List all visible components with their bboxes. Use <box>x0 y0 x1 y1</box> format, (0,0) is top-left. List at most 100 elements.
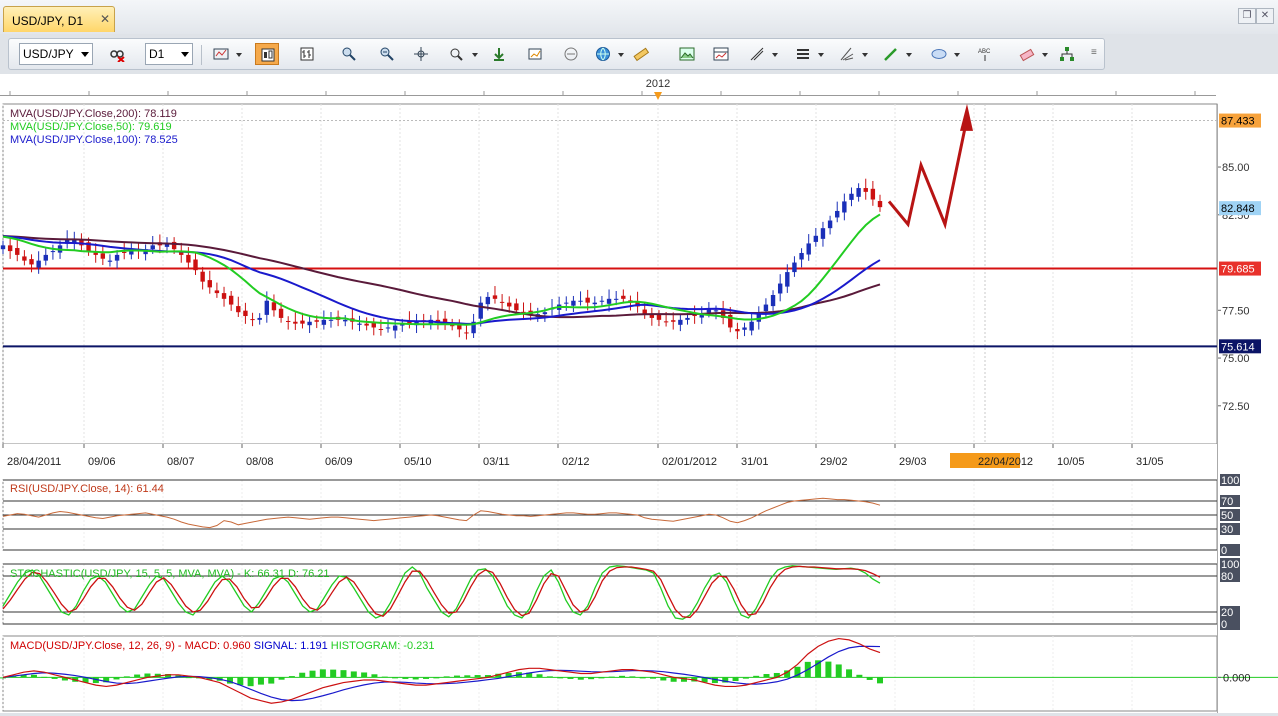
toolbar-overflow-icon[interactable]: ≡ <box>1091 47 1097 58</box>
x-tick-label: 29/03 <box>899 456 927 468</box>
candle <box>749 321 754 331</box>
chevron-down-icon[interactable] <box>1042 53 1048 57</box>
candle <box>250 319 255 321</box>
chart-tab[interactable]: USD/JPY, D1 ✕ <box>3 6 115 32</box>
indicators-icon <box>797 49 809 59</box>
objects-list-button[interactable] <box>1055 43 1079 65</box>
candle <box>257 317 262 320</box>
macd-histogram-bar <box>268 677 275 684</box>
candle <box>742 327 747 330</box>
candle <box>293 321 298 324</box>
candle <box>271 302 277 311</box>
pen-icon <box>884 48 897 61</box>
macd-histogram-bar <box>650 677 657 679</box>
close-window-button[interactable]: ✕ <box>1256 8 1274 24</box>
candle <box>343 319 348 322</box>
indicators-button[interactable] <box>791 43 815 65</box>
candle <box>321 319 327 325</box>
zoom-out-button[interactable] <box>375 43 399 65</box>
candle <box>820 228 826 239</box>
x-tick-label: 02/12 <box>562 456 590 468</box>
svg-text:ABC: ABC <box>978 49 991 55</box>
chevron-down-icon[interactable] <box>954 53 960 57</box>
auto-scroll-button[interactable] <box>487 43 511 65</box>
symbol-select-value: USD/JPY <box>23 47 74 61</box>
globe-icon <box>596 47 610 61</box>
restore-window-button[interactable]: ❐ <box>1238 8 1256 24</box>
candles-button[interactable] <box>255 43 279 65</box>
macd-histogram-bar <box>877 677 883 684</box>
level-label: 30 <box>1221 524 1233 536</box>
ruler-button[interactable] <box>629 43 653 65</box>
macd-histogram-bar <box>257 677 264 685</box>
chart-canvas[interactable]: 201285.0082.5077.5075.0072.50MVA(USD/JPY… <box>0 74 1278 713</box>
chart-type-button[interactable] <box>209 43 233 65</box>
candle <box>0 245 6 250</box>
candle <box>564 302 569 304</box>
chevron-down-icon[interactable] <box>772 53 778 57</box>
candle <box>835 210 840 218</box>
chevron-down-icon[interactable] <box>818 53 824 57</box>
macd-title-part: HISTOGRAM: -0.231 <box>328 640 435 652</box>
macd-histogram-bar <box>732 677 739 681</box>
crosshair-button[interactable] <box>409 43 433 65</box>
price-label-text: 79.685 <box>1221 264 1255 276</box>
candle <box>599 300 605 302</box>
globe-button[interactable] <box>591 43 615 65</box>
candle <box>307 321 312 326</box>
pen-button[interactable] <box>879 43 903 65</box>
lines-button[interactable] <box>745 43 769 65</box>
tab-close-icon[interactable]: ✕ <box>100 12 110 26</box>
rsi-title: RSI(USD/JPY.Close, 14): 61.44 <box>10 483 164 495</box>
chart-shift-button[interactable] <box>523 43 547 65</box>
screenshot-button[interactable] <box>675 43 699 65</box>
timeframe-select[interactable]: D1 <box>145 43 193 65</box>
chevron-down-icon[interactable] <box>236 53 242 57</box>
ma-legend-item: MVA(USD/JPY.Close,50): 79.619 <box>10 121 172 133</box>
level-label: 100 <box>1221 559 1239 571</box>
candle <box>150 245 155 250</box>
fibonacci-button[interactable] <box>835 43 859 65</box>
chart-area[interactable]: 2012 85.00 82.50 77.50 75.00 72.50 MVA(USD/JPY… <box>0 74 1278 713</box>
template-button[interactable] <box>709 43 733 65</box>
macd-zero-label: 0.000 <box>1223 672 1251 684</box>
macd-histogram-bar <box>567 677 574 679</box>
candle <box>606 298 612 304</box>
x-tick-label: 22/04/2012 <box>978 456 1033 468</box>
chevron-down-icon[interactable] <box>906 53 912 57</box>
candle <box>678 319 683 325</box>
text-button[interactable]: ABC <box>973 43 997 65</box>
chart-shift-icon <box>528 48 542 60</box>
macd-histogram-bar <box>319 669 326 678</box>
x-tick-label: 03/11 <box>483 456 510 468</box>
objects-list-icon <box>1060 47 1074 61</box>
macd-histogram-bar <box>557 677 564 679</box>
candle <box>870 188 876 200</box>
ellipse-button[interactable] <box>927 43 951 65</box>
remove-symbol-button[interactable] <box>105 43 129 65</box>
x-tick-label: 05/10 <box>404 456 432 468</box>
chevron-down-icon[interactable] <box>618 53 624 57</box>
zoom-in-button[interactable] <box>337 43 361 65</box>
level-label: 100 <box>1221 475 1239 487</box>
macd-histogram-bar <box>433 677 440 679</box>
ma-legend-item: MVA(USD/JPY.Close,200): 78.119 <box>10 108 177 120</box>
zoom-out-icon <box>380 47 394 61</box>
period-separators-button[interactable] <box>559 43 583 65</box>
stochastic-title: STOCHASTIC(USD/JPY, 15, 5, 5, MVA, MVA) … <box>10 568 330 580</box>
macd-histogram-bar <box>51 677 58 679</box>
y-tick-label: 75.00 <box>1222 353 1250 365</box>
macd-histogram-bar <box>247 677 254 687</box>
zoom-fit-button[interactable] <box>445 43 469 65</box>
chevron-down-icon[interactable] <box>862 53 868 57</box>
year-marker-label: 2012 <box>646 78 670 90</box>
eraser-button[interactable] <box>1015 43 1039 65</box>
candles-icon <box>261 48 275 62</box>
screenshot-icon <box>679 47 695 61</box>
ma-legend-item: MVA(USD/JPY.Close,100): 78.525 <box>10 134 178 146</box>
macd-histogram-bar <box>598 677 605 679</box>
bars-button[interactable] <box>295 43 319 65</box>
macd-histogram-bar <box>639 677 646 679</box>
chevron-down-icon[interactable] <box>472 53 478 57</box>
symbol-select[interactable]: USD/JPY <box>19 43 93 65</box>
